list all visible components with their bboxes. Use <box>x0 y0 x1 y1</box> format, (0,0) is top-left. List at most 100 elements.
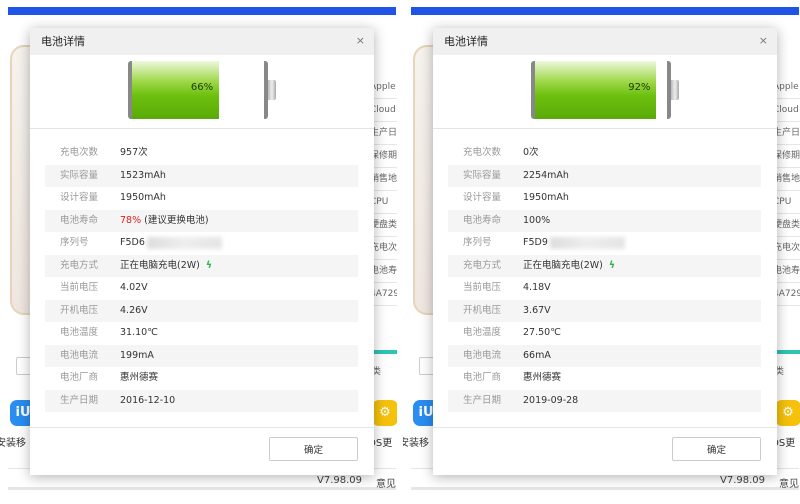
info-row: 序列号 F5D9 <box>448 232 761 255</box>
row-label: 充电方式 <box>463 259 502 271</box>
device-info-item: 生产日 <box>773 122 800 145</box>
info-row: 生产日期 2016-12-10 <box>45 389 358 412</box>
device-info-item: 生产日 <box>370 122 397 145</box>
confirm-button[interactable]: 确定 <box>269 437 358 461</box>
row-value-cell: 正在电脑充电(2W) ϟ <box>120 255 212 278</box>
info-row: 充电次数 0次 <box>448 142 761 165</box>
battery-details-dialog: 电池详情 × 92% 充电次数 0次 实际容量 2254mAh 设计容量 195… <box>433 28 777 475</box>
device-info-item: Apple <box>370 76 397 99</box>
app-header-bar <box>8 7 396 15</box>
row-value: 正在电脑充电(2W) <box>523 259 603 271</box>
info-row: 电池电流 199mA <box>45 344 358 367</box>
row-value: 31.10℃ <box>120 327 158 338</box>
row-label: 设计容量 <box>463 192 502 203</box>
row-label: 开机电压 <box>60 304 99 316</box>
device-info-item: 保修期 <box>773 145 800 168</box>
device-info-item: Cloud <box>370 99 397 122</box>
row-value: 惠州德赛 <box>523 372 562 383</box>
row-value: 1950mAh <box>120 192 166 203</box>
device-info-item: 电池寿 <box>370 260 397 283</box>
info-row: 设计容量 1950mAh <box>448 187 761 210</box>
row-value-cell: 惠州德赛 <box>120 367 158 390</box>
row-value: 4.18V <box>523 282 551 293</box>
row-label: 设计容量 <box>60 192 99 203</box>
device-info-item: 保修期 <box>370 145 397 168</box>
device-info-item: 硬盘类 <box>773 214 800 237</box>
app-header-bar <box>411 7 799 15</box>
row-value-cell: 0次 <box>523 142 539 165</box>
info-row: 充电方式 正在电脑充电(2W) ϟ <box>448 254 761 278</box>
row-value: (建议更换电池) <box>144 214 209 226</box>
info-row: 电池温度 31.10℃ <box>45 322 358 345</box>
row-value-cell: 4.18V <box>523 277 551 300</box>
row-value: 2019-09-28 <box>523 394 579 406</box>
row-value-cell: 惠州德赛 <box>523 367 561 390</box>
row-value-cell: 27.50℃ <box>523 322 561 345</box>
device-info-item: 充电次 <box>773 237 800 260</box>
row-label: 实际容量 <box>60 169 99 181</box>
row-value-cell: 100% <box>523 210 550 233</box>
row-value-cell: 正在电脑充电(2W) ϟ <box>523 255 615 278</box>
battery-cap <box>268 80 276 100</box>
row-value-cell: 4.02V <box>120 277 148 300</box>
lightning-icon: ϟ <box>608 259 616 271</box>
battery-shell: 66% <box>128 61 268 119</box>
device-info-item: 电池寿 <box>773 260 800 283</box>
install-app-label[interactable]: 安装移 <box>403 434 429 449</box>
divider <box>30 128 374 129</box>
info-row: 设计容量 1950mAh <box>45 187 358 210</box>
info-row: 电池电流 66mA <box>448 344 761 367</box>
ios-update-icon[interactable]: ⚙ <box>372 400 397 426</box>
battery-shell: 92% <box>531 61 671 119</box>
dialog-title: 电池详情 <box>30 28 374 55</box>
row-value: 27.50℃ <box>523 327 561 338</box>
info-row: 电池寿命 78% (建议更换电池) <box>45 209 358 232</box>
row-value: 0次 <box>523 147 539 158</box>
row-value-cell: 1950mAh <box>120 187 166 210</box>
screenshot-panel: Apple Cloud 生产日 保修期 销售地 CPU 硬盘类 充电次 电池寿 4A729 类 i… <box>0 0 397 504</box>
row-value: 66mA <box>523 349 551 361</box>
row-label: 充电方式 <box>60 259 99 271</box>
device-info-list: Apple Cloud 生产日 保修期 销售地 CPU 硬盘类 充电次 电池寿 4A729 <box>773 76 800 306</box>
battery-cap <box>671 80 679 100</box>
row-value: 199mA <box>120 349 154 361</box>
row-value: 957次 <box>120 147 148 158</box>
row-label: 生产日期 <box>60 394 99 406</box>
battery-graphic: 92% <box>531 61 681 119</box>
row-label: 电池电流 <box>463 349 502 361</box>
confirm-button[interactable]: 确定 <box>672 437 761 461</box>
info-row: 实际容量 2254mAh <box>448 164 761 188</box>
device-info-item: 销售地 <box>773 168 800 191</box>
row-value: F5D9 <box>523 237 548 248</box>
row-value: 1950mAh <box>523 192 569 203</box>
row-value-cell: 3.67V <box>523 300 551 323</box>
info-row: 充电方式 正在电脑充电(2W) ϟ <box>45 254 358 278</box>
screenshot-panel: Apple Cloud 生产日 保修期 销售地 CPU 硬盘类 充电次 电池寿 4A729 类 i… <box>403 0 800 504</box>
row-value-cell: 2254mAh <box>523 165 569 188</box>
device-info-item: Apple <box>773 76 800 99</box>
close-icon[interactable]: × <box>356 34 365 47</box>
device-info-item: 销售地 <box>370 168 397 191</box>
storage-bar <box>773 350 800 354</box>
row-label: 电池电流 <box>60 349 99 361</box>
row-value-cell: 957次 <box>120 142 148 165</box>
close-icon[interactable]: × <box>759 34 768 47</box>
device-info-item: CPU <box>370 191 397 214</box>
row-value: 2016-12-10 <box>120 394 176 406</box>
row-label: 序列号 <box>60 237 89 248</box>
row-value: 正在电脑充电(2W) <box>120 259 200 271</box>
info-row: 序列号 F5D6 <box>45 232 358 255</box>
row-label: 充电次数 <box>463 147 502 158</box>
device-info-item: 充电次 <box>370 237 397 260</box>
battery-info-table: 充电次数 0次 实际容量 2254mAh 设计容量 1950mAh 电池寿命 1… <box>448 142 761 412</box>
install-app-label[interactable]: 安装移 <box>0 434 26 449</box>
row-value: 100% <box>523 214 551 226</box>
lightning-icon: ϟ <box>205 259 213 271</box>
feedback-link[interactable]: 意见 <box>779 475 799 490</box>
ios-update-icon[interactable]: ⚙ <box>775 400 800 426</box>
feedback-link[interactable]: 意见 <box>376 475 396 490</box>
divider <box>30 427 374 428</box>
row-value-cell: F5D9 <box>523 232 625 255</box>
row-value: 3.67V <box>523 304 551 316</box>
info-row: 电池厂商 惠州德赛 <box>45 367 358 390</box>
